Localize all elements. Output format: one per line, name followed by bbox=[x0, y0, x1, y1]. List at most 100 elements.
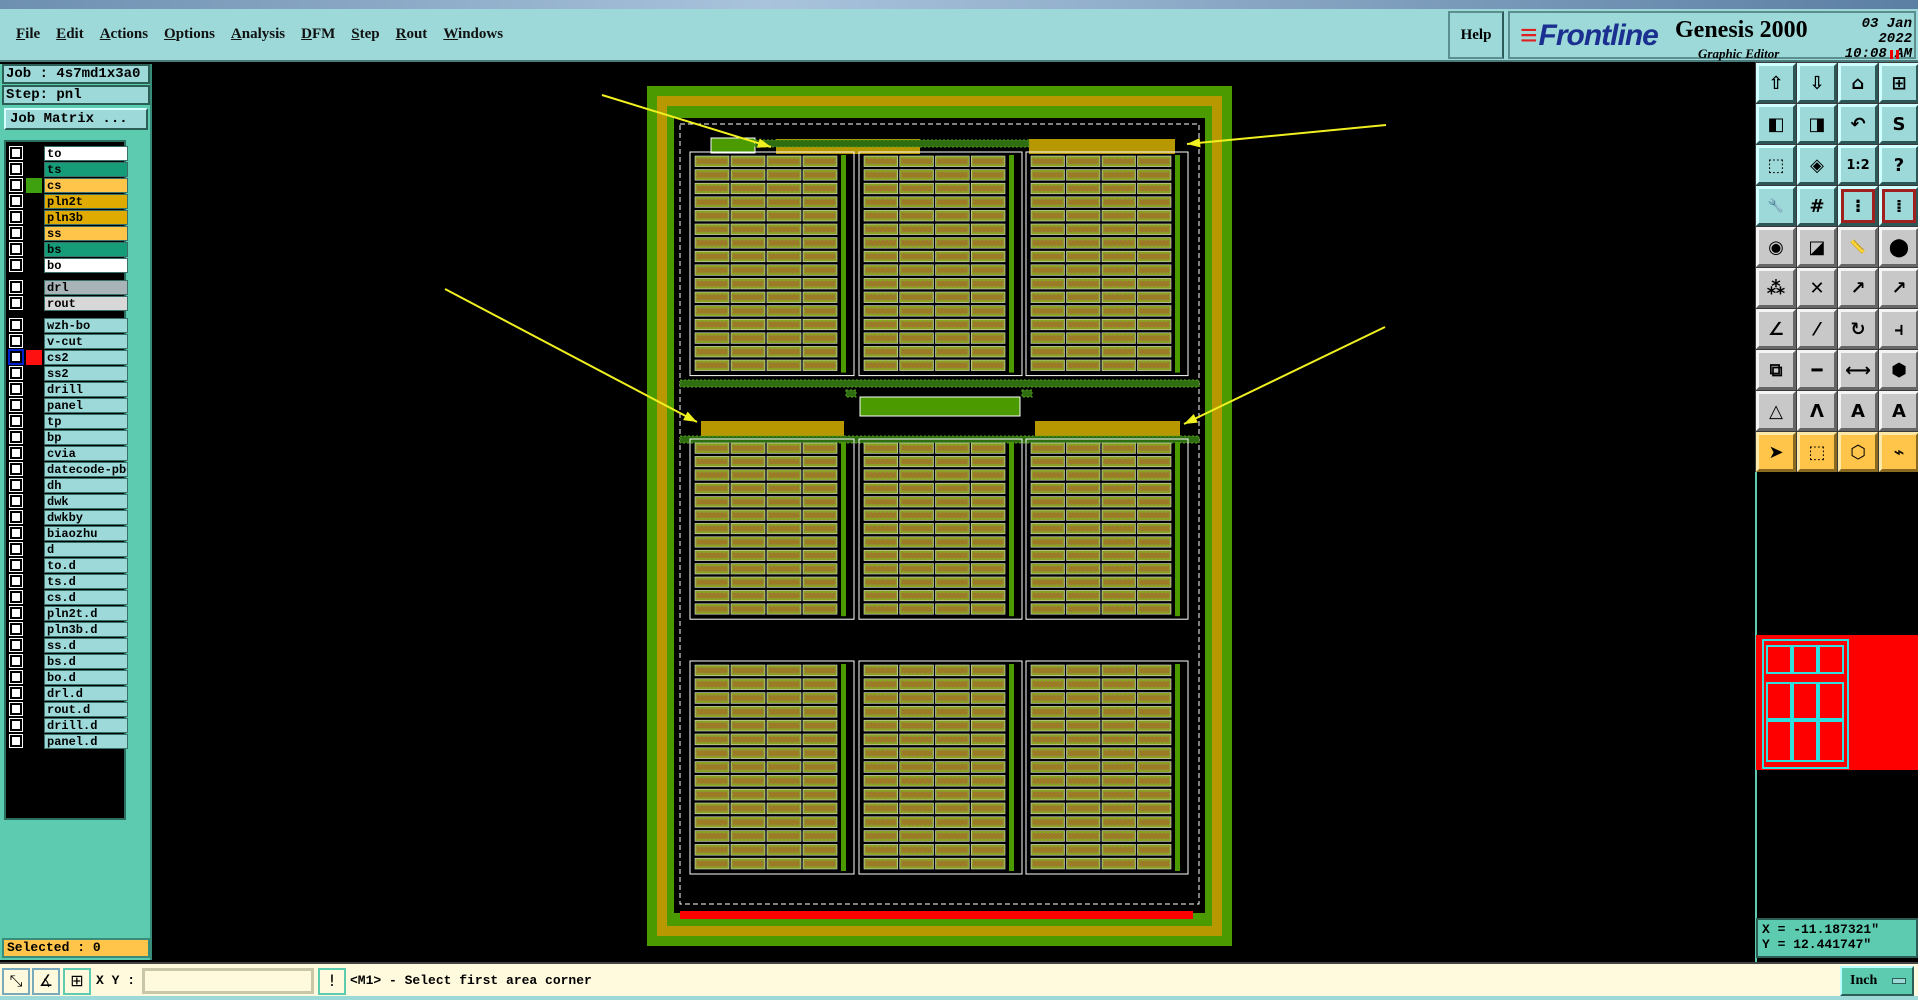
contour-icon[interactable]: ⬢ bbox=[1879, 350, 1918, 390]
layer-checkbox[interactable] bbox=[9, 146, 23, 160]
layer-name[interactable]: dwkby bbox=[44, 510, 128, 525]
layer-row-drl[interactable]: drl bbox=[8, 280, 128, 295]
layer-checkbox[interactable] bbox=[9, 542, 23, 556]
layer-checkbox[interactable] bbox=[9, 734, 23, 748]
layer-name[interactable]: dwk bbox=[44, 494, 128, 509]
arc-c-icon[interactable]: A bbox=[1879, 391, 1918, 431]
help-menu[interactable]: Help bbox=[1448, 11, 1504, 59]
layer-color-swatch[interactable] bbox=[26, 510, 42, 525]
layer-checkbox[interactable] bbox=[9, 590, 23, 604]
layer-name[interactable]: to bbox=[44, 146, 128, 161]
layer-row-ss[interactable]: ss bbox=[8, 226, 128, 241]
layer-name[interactable]: pln2t bbox=[44, 194, 128, 209]
netlist-signal-icon[interactable]: ⁝ bbox=[1838, 186, 1878, 226]
layer-row-panel.d[interactable]: panel.d bbox=[8, 734, 128, 749]
layer-color-swatch[interactable] bbox=[26, 258, 42, 273]
layer-row-drill[interactable]: drill bbox=[8, 382, 128, 397]
layer-name[interactable]: dh bbox=[44, 478, 128, 493]
window-select-icon[interactable]: ◪ bbox=[1797, 227, 1837, 267]
layer-row-d[interactable]: d bbox=[8, 542, 128, 557]
grid-snap-icon[interactable]: ⊞ bbox=[63, 968, 91, 995]
layer-name[interactable]: bp bbox=[44, 430, 128, 445]
layer-row-biaozhu[interactable]: biaozhu bbox=[8, 526, 128, 541]
layer-color-swatch[interactable] bbox=[26, 702, 42, 717]
layer-color-swatch[interactable] bbox=[26, 210, 42, 225]
layer-color-swatch[interactable] bbox=[26, 574, 42, 589]
layer-row-bs[interactable]: bs bbox=[8, 242, 128, 257]
layer-checkbox[interactable] bbox=[9, 382, 23, 396]
menu-file[interactable]: File bbox=[8, 26, 48, 43]
layer-name[interactable]: pln3b bbox=[44, 210, 128, 225]
layer-name[interactable]: bo bbox=[44, 258, 128, 273]
layer-row-dwkby[interactable]: dwkby bbox=[8, 510, 128, 525]
layer-checkbox[interactable] bbox=[9, 606, 23, 620]
layer-name[interactable]: datecode-pbo bbox=[44, 462, 128, 477]
layer-checkbox[interactable] bbox=[8, 349, 24, 365]
layer-checkbox[interactable] bbox=[9, 702, 23, 716]
layer-checkbox[interactable] bbox=[9, 654, 23, 668]
layer-name[interactable]: tp bbox=[44, 414, 128, 429]
xy-grid-icon[interactable]: ⊞ bbox=[1879, 63, 1918, 103]
layer-name[interactable]: cs bbox=[44, 178, 128, 193]
layer-name[interactable]: bs.d bbox=[44, 654, 128, 669]
layer-checkbox[interactable] bbox=[9, 366, 23, 380]
layer-row-ts[interactable]: ts bbox=[8, 162, 128, 177]
layer-checkbox[interactable] bbox=[9, 162, 23, 176]
home-icon[interactable]: ⌂ bbox=[1838, 63, 1878, 103]
layer-name[interactable]: pln3b.d bbox=[44, 622, 128, 637]
move-pad-icon[interactable]: ↗ bbox=[1838, 268, 1878, 308]
layer-row-pln3b.d[interactable]: pln3b.d bbox=[8, 622, 128, 637]
layer-color-swatch[interactable] bbox=[26, 606, 42, 621]
layer-checkbox[interactable] bbox=[9, 210, 23, 224]
exclamation-icon[interactable]: ! bbox=[318, 968, 346, 995]
layer-checkbox[interactable] bbox=[9, 526, 23, 540]
layer-checkbox[interactable] bbox=[9, 574, 23, 588]
pan-right-icon[interactable]: ◨ bbox=[1797, 104, 1837, 144]
layer-checkbox[interactable] bbox=[9, 686, 23, 700]
layer-row-ss.d[interactable]: ss.d bbox=[8, 638, 128, 653]
layer-color-swatch[interactable] bbox=[26, 350, 42, 365]
layer-row-wzh-bo[interactable]: wzh-bo bbox=[8, 318, 128, 333]
layer-checkbox[interactable] bbox=[9, 318, 23, 332]
layer-row-bo.d[interactable]: bo.d bbox=[8, 670, 128, 685]
copy-pad-icon[interactable]: ↗ bbox=[1879, 268, 1918, 308]
layer-row-cs[interactable]: cs bbox=[8, 178, 128, 193]
layer-checkbox[interactable] bbox=[9, 258, 23, 272]
layer-checkbox[interactable] bbox=[9, 178, 23, 192]
layer-color-swatch[interactable] bbox=[26, 414, 42, 429]
triangle-icon[interactable]: △ bbox=[1756, 391, 1796, 431]
netlist-stop-icon[interactable]: ⁞ bbox=[1879, 186, 1918, 226]
layer-name[interactable]: d bbox=[44, 542, 128, 557]
select-net-icon[interactable]: ⌁ bbox=[1879, 432, 1918, 472]
layer-name[interactable]: drill bbox=[44, 382, 128, 397]
layer-color-swatch[interactable] bbox=[26, 146, 42, 161]
layer-name[interactable]: ts bbox=[44, 162, 128, 177]
layer-color-swatch[interactable] bbox=[26, 526, 42, 541]
pan-left-icon[interactable]: ◧ bbox=[1756, 104, 1796, 144]
xy-input[interactable] bbox=[142, 968, 314, 994]
layer-checkbox[interactable] bbox=[9, 194, 23, 208]
layer-checkbox[interactable] bbox=[9, 718, 23, 732]
menu-rout[interactable]: Rout bbox=[388, 26, 436, 43]
layer-name[interactable]: drl.d bbox=[44, 686, 128, 701]
layer-checkbox[interactable] bbox=[9, 334, 23, 348]
menu-step[interactable]: Step bbox=[343, 26, 387, 43]
layer-row-rout[interactable]: rout bbox=[8, 296, 128, 311]
layer-row-v-cut[interactable]: v-cut bbox=[8, 334, 128, 349]
arc-b-icon[interactable]: A bbox=[1838, 391, 1878, 431]
layer-name[interactable]: drl bbox=[44, 280, 128, 295]
layer-color-swatch[interactable] bbox=[26, 366, 42, 381]
layer-name[interactable]: ss.d bbox=[44, 638, 128, 653]
layer-checkbox[interactable] bbox=[9, 242, 23, 256]
layer-color-swatch[interactable] bbox=[26, 430, 42, 445]
layer-color-swatch[interactable] bbox=[26, 558, 42, 573]
menu-windows[interactable]: Windows bbox=[435, 26, 511, 43]
layer-name[interactable]: rout.d bbox=[44, 702, 128, 717]
layer-checkbox[interactable] bbox=[9, 622, 23, 636]
layer-name[interactable]: cs.d bbox=[44, 590, 128, 605]
pause-icon[interactable] bbox=[1890, 50, 1899, 59]
resize-pad-icon[interactable]: ⧉ bbox=[1756, 350, 1796, 390]
layer-color-swatch[interactable] bbox=[26, 226, 42, 241]
layer-name[interactable]: rout bbox=[44, 296, 128, 311]
layer-color-swatch[interactable] bbox=[26, 494, 42, 509]
